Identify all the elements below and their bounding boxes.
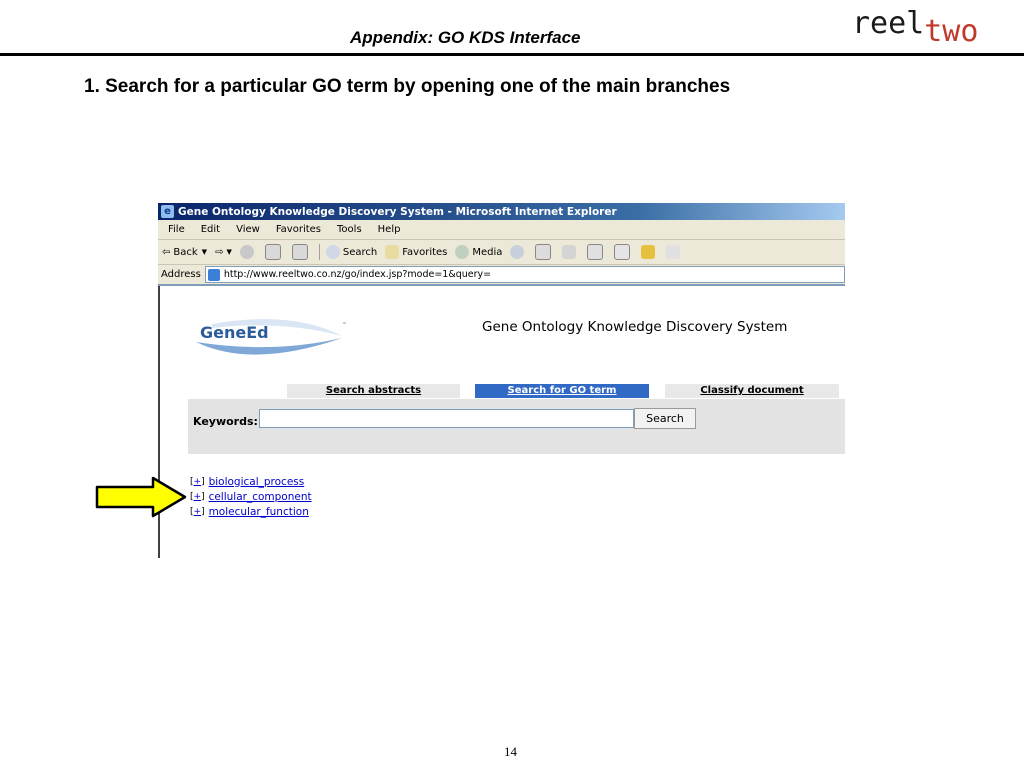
home-button[interactable] [291,244,311,260]
dropdown-icon: ▼ [226,248,232,256]
slide-heading: 1. Search for a particular GO term by op… [84,76,731,97]
page-number: 14 [504,744,517,759]
messenger-button[interactable] [641,245,658,259]
menu-bar: File Edit View Favorites Tools Help [158,220,845,240]
geneed-logo[interactable]: GeneEd ™ [192,314,352,359]
research-button[interactable] [666,245,683,259]
menu-edit[interactable]: Edit [201,224,220,235]
media-label: Media [472,246,503,258]
tree-link-molecular-function[interactable]: molecular_function [209,506,309,518]
tab-search-abstracts[interactable]: Search abstracts [287,384,460,398]
stop-button[interactable] [239,245,257,259]
ie-icon: e [161,205,174,218]
menu-favorites[interactable]: Favorites [276,224,321,235]
print-icon [562,245,577,259]
person-icon [666,245,681,259]
edit-icon [587,244,604,260]
history-icon [510,245,525,259]
go-tree: [+] biological_process [+] cellular_comp… [190,474,312,519]
keywords-input[interactable] [259,409,634,428]
arrow-shape [95,476,187,518]
address-bar: Address http://www.reeltwo.co.nz/go/inde… [158,265,845,286]
page-icon [207,268,220,281]
site-title: Gene Ontology Knowledge Discovery System [482,319,788,335]
brand-logo: reeltwo [852,6,978,49]
forward-button[interactable]: ⇨ ▼ [215,247,232,258]
tree-item-molecular-function: [+] molecular_function [190,504,312,519]
menu-view[interactable]: View [236,224,260,235]
address-label: Address [161,269,201,280]
forward-arrow-icon: ⇨ [215,246,224,258]
favorites-button[interactable]: Favorites [385,245,447,259]
plus-icon: + [193,491,202,502]
expand-toggle[interactable]: [+] [190,477,205,487]
tab-bar: Search abstracts Search for GO term Clas… [287,384,839,398]
plus-icon: + [193,476,202,487]
history-button[interactable] [510,245,527,259]
refresh-button[interactable] [264,244,284,260]
search-button[interactable]: Search [634,408,696,429]
media-icon [455,245,470,259]
media-button[interactable]: Media [455,245,502,259]
title-bar[interactable]: e Gene Ontology Knowledge Discovery Syst… [158,203,845,220]
search-button-toolbar[interactable]: Search [325,245,378,259]
tree-link-cellular-component[interactable]: cellular_component [209,491,312,503]
brand-two: two [924,14,979,49]
tab-search-go-term[interactable]: Search for GO term [475,384,649,398]
menu-file[interactable]: File [168,224,185,235]
slide-header-title: Appendix: GO KDS Interface [350,28,581,47]
tab-classify-document[interactable]: Classify document [665,384,839,398]
toolbar: ⇦ Back ▼ ⇨ ▼ Search Favorites Media [158,240,845,265]
search-label: Search [342,246,378,258]
discuss-icon [614,244,631,260]
messenger-icon [641,245,656,259]
favorites-icon [385,245,400,259]
menu-help[interactable]: Help [378,224,401,235]
toolbar-separator [318,244,320,260]
discuss-button[interactable] [614,244,633,260]
tree-item-cellular-component: [+] cellular_component [190,489,312,504]
header-rule [0,53,1024,56]
browser-window: e Gene Ontology Knowledge Discovery Syst… [158,203,845,576]
window-title: Gene Ontology Knowledge Discovery System… [178,205,617,218]
logo-tm: ™ [342,322,347,328]
home-icon [291,244,308,260]
edit-button[interactable] [587,244,606,260]
dropdown-icon: ▼ [201,248,208,256]
menu-tools[interactable]: Tools [337,224,362,235]
search-panel: Keywords: Search [188,399,845,454]
brand-reel: reel [852,6,925,41]
search-icon [325,245,340,259]
back-label: Back [173,246,198,258]
stop-icon [239,245,254,259]
page-content: GeneEd ™ Gene Ontology Knowledge Discove… [158,286,845,558]
callout-arrow-icon [95,476,187,518]
logo-text: GeneEd [200,323,269,342]
back-arrow-icon: ⇦ [162,246,171,258]
tree-item-biological-process: [+] biological_process [190,474,312,489]
keywords-label: Keywords: [193,415,258,428]
expand-toggle[interactable]: [+] [190,507,205,517]
favorites-label: Favorites [402,246,448,258]
mail-icon [535,244,552,260]
back-button[interactable]: ⇦ Back ▼ [162,247,207,258]
print-button[interactable] [562,245,579,259]
mail-button[interactable] [535,244,554,260]
address-url: http://www.reeltwo.co.nz/go/index.jsp?mo… [223,269,492,280]
plus-icon: + [193,506,202,517]
tree-link-biological-process[interactable]: biological_process [209,476,305,488]
address-input[interactable]: http://www.reeltwo.co.nz/go/index.jsp?mo… [204,266,845,283]
refresh-icon [264,244,281,260]
expand-toggle[interactable]: [+] [190,492,205,502]
